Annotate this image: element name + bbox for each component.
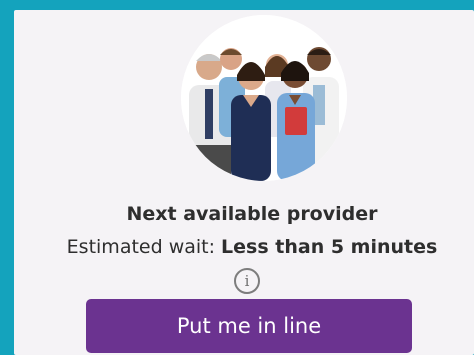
estimated-wait-label: Estimated wait: <box>66 236 222 258</box>
provider-card: Next available provider Estimated wait: … <box>14 10 474 355</box>
estimated-wait-value: Less than 5 minutes <box>221 236 438 258</box>
medical-team-illustration <box>181 15 347 181</box>
estimated-wait-text: Estimated wait: Less than 5 minutes <box>14 236 474 258</box>
put-me-in-line-button[interactable]: Put me in line <box>86 299 412 353</box>
next-provider-heading: Next available provider <box>126 203 378 225</box>
info-icon[interactable]: i <box>234 268 260 294</box>
medical-team-photo <box>181 15 347 181</box>
